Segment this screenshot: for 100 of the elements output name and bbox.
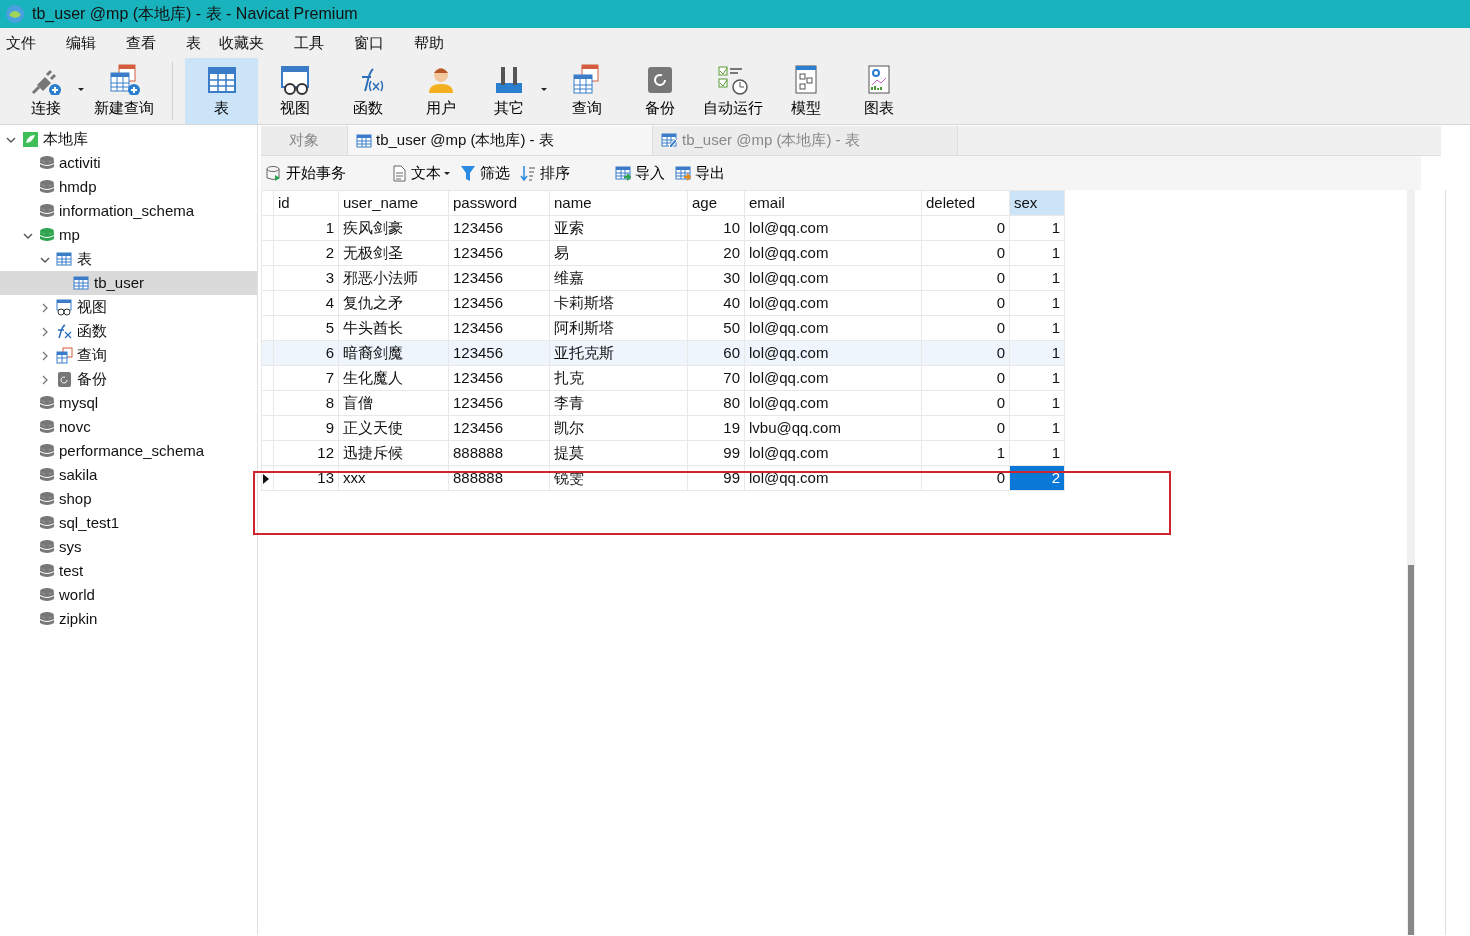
- table-cell: 亚托克斯: [549, 340, 688, 366]
- table-cell: 0: [921, 390, 1010, 416]
- table-cell: xxx: [338, 465, 449, 491]
- table-cell: lol@qq.com: [744, 440, 922, 466]
- column-header[interactable]: id: [273, 190, 339, 216]
- tree-item[interactable]: novc: [0, 415, 257, 439]
- tree-item[interactable]: mp: [0, 223, 257, 247]
- menu-item[interactable]: 收藏夹: [219, 31, 272, 55]
- table-cell: 0: [921, 365, 1010, 391]
- toolbar-button[interactable]: 新建查询: [87, 58, 160, 124]
- table-cell: 123456: [448, 290, 550, 316]
- tree-item[interactable]: sys: [0, 535, 257, 559]
- table-cell: 50: [687, 315, 745, 341]
- table-icon: [56, 346, 73, 364]
- tree-item[interactable]: information_schema: [0, 199, 257, 223]
- table-cell: 0: [921, 415, 1010, 441]
- column-header[interactable]: user_name: [338, 190, 449, 216]
- toolbar-button[interactable]: 文本: [391, 161, 450, 185]
- tree-item[interactable]: tb_user: [0, 271, 257, 295]
- document-icon: [391, 164, 408, 182]
- table-import-icon: [615, 164, 632, 182]
- toolbar-button[interactable]: 导出: [675, 161, 725, 185]
- table-cell: 123456: [448, 240, 550, 266]
- toolbar-button[interactable]: 查询: [550, 58, 623, 124]
- table-cell: 123456: [448, 265, 550, 291]
- table-cell: 70: [687, 365, 745, 391]
- column-header[interactable]: sex: [1009, 190, 1065, 216]
- toolbar-button[interactable]: 表: [185, 58, 258, 124]
- toolbar-button[interactable]: 其它: [477, 58, 550, 124]
- tree-item[interactable]: 本地库: [0, 127, 257, 151]
- table-cell: 123456: [448, 390, 550, 416]
- table-cell: 疾风剑豪: [338, 215, 449, 241]
- menu-item[interactable]: 文件: [6, 31, 44, 55]
- menu-item[interactable]: 工具: [294, 31, 332, 55]
- toolbar-button[interactable]: 自动运行: [696, 58, 769, 124]
- table-cell: 1: [1009, 290, 1065, 316]
- table-cell: lol@qq.com: [744, 265, 922, 291]
- toolbar-button[interactable]: 函数: [331, 58, 404, 124]
- column-header[interactable]: age: [687, 190, 745, 216]
- table-cell: 0: [921, 465, 1010, 491]
- tree-item[interactable]: 函数: [0, 319, 257, 343]
- table-cell: 3: [273, 265, 339, 291]
- column-header[interactable]: password: [448, 190, 550, 216]
- tree-item[interactable]: activiti: [0, 151, 257, 175]
- table-cell: lol@qq.com: [744, 290, 922, 316]
- table-cell: 亚索: [549, 215, 688, 241]
- toolbar-button[interactable]: 导入: [615, 161, 665, 185]
- toolbar-button[interactable]: 筛选: [460, 161, 510, 185]
- table-cell: 牛头酋长: [338, 315, 449, 341]
- table-cell: 1: [1009, 415, 1065, 441]
- tree-item[interactable]: performance_schema: [0, 439, 257, 463]
- tree-item[interactable]: 查询: [0, 343, 257, 367]
- column-header[interactable]: name: [549, 190, 688, 216]
- tree-item[interactable]: 表: [0, 247, 257, 271]
- tree-item[interactable]: 视图: [0, 295, 257, 319]
- tree-item[interactable]: zipkin: [0, 607, 257, 631]
- table-cell: lol@qq.com: [744, 465, 922, 491]
- menu-item[interactable]: 表: [186, 31, 209, 55]
- table-cell: 盲僧: [338, 390, 449, 416]
- table-cell: 提莫: [549, 440, 688, 466]
- toolbar-button[interactable]: 连接: [14, 58, 87, 124]
- table-cell: 19: [687, 415, 745, 441]
- table-cell: 123456: [448, 365, 550, 391]
- app-logo-icon: [4, 3, 26, 25]
- tree-item[interactable]: 备份: [0, 367, 257, 391]
- scrollbar-thumb[interactable]: [1408, 565, 1415, 935]
- filter-icon: [460, 164, 477, 182]
- glasses-icon: [56, 298, 73, 316]
- menu-item[interactable]: 编辑: [66, 31, 104, 55]
- tree-item[interactable]: hmdp: [0, 175, 257, 199]
- toolbar-button[interactable]: 图表: [842, 58, 915, 124]
- table-cell: 无极剑圣: [338, 240, 449, 266]
- table-cell: 888888: [448, 465, 550, 491]
- tree-item[interactable]: sql_test1: [0, 511, 257, 535]
- menu-item[interactable]: 窗口: [354, 31, 392, 55]
- menu-item[interactable]: 查看: [126, 31, 164, 55]
- column-header[interactable]: email: [744, 190, 922, 216]
- tree-item[interactable]: world: [0, 583, 257, 607]
- tab[interactable]: tb_user @mp (本地库) - 表: [348, 126, 653, 155]
- toolbar-button[interactable]: 备份: [623, 58, 696, 124]
- table-cell: 1: [1009, 365, 1065, 391]
- table-cell: 0: [921, 340, 1010, 366]
- table-cell: 9: [273, 415, 339, 441]
- tree-item[interactable]: sakila: [0, 463, 257, 487]
- table-cell: lol@qq.com: [744, 390, 922, 416]
- menu-item[interactable]: 帮助: [414, 31, 452, 55]
- table-cell: 123456: [448, 215, 550, 241]
- table-cell: 1: [1009, 265, 1065, 291]
- column-header[interactable]: deleted: [921, 190, 1010, 216]
- table-cell: 0: [921, 215, 1010, 241]
- tree-item[interactable]: mysql: [0, 391, 257, 415]
- toolbar-button[interactable]: 排序: [520, 161, 570, 185]
- tree-item[interactable]: test: [0, 559, 257, 583]
- table-cell: 99: [687, 465, 745, 491]
- table-cell: 凯尔: [549, 415, 688, 441]
- toolbar-button[interactable]: 视图: [258, 58, 331, 124]
- tree-item[interactable]: shop: [0, 487, 257, 511]
- toolbar-button[interactable]: 用户: [404, 58, 477, 124]
- toolbar-button[interactable]: 开始事务: [266, 161, 346, 185]
- toolbar-button[interactable]: 模型: [769, 58, 842, 124]
